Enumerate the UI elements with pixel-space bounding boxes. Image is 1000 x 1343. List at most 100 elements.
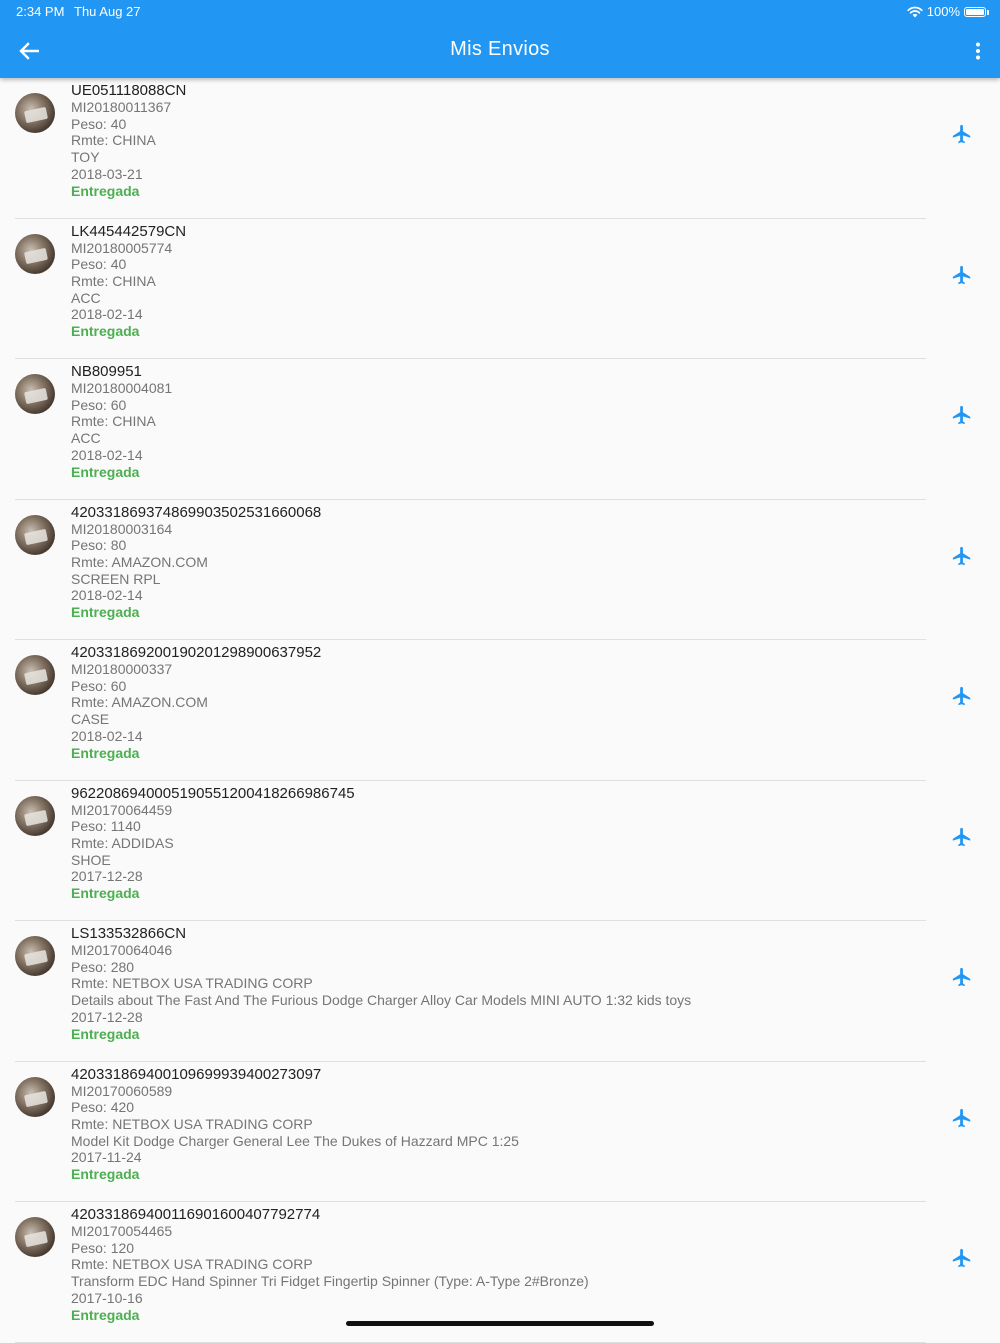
airplane-icon[interactable]: [951, 685, 973, 707]
shipment-date: 2018-02-14: [71, 587, 143, 604]
shipment-sender: Rmte: NETBOX USA TRADING CORP: [71, 975, 313, 992]
shipment-status: Entregada: [71, 885, 140, 902]
battery-icon: [964, 6, 989, 17]
row-divider: [15, 1341, 926, 1343]
tracking-number: LK445442579CN: [71, 222, 187, 240]
shipment-weight: Peso: 60: [71, 396, 127, 413]
shipment-id: MI20170064046: [71, 942, 173, 958]
airplane-icon[interactable]: [951, 1247, 973, 1269]
shipment-id: MI20170060589: [71, 1082, 173, 1099]
tracking-number: 420331869400116901600407792774: [71, 1206, 321, 1223]
package-photo-avatar: [15, 795, 55, 836]
shipment-contents: SHOE: [71, 851, 111, 868]
shipment-weight: Peso: 40: [71, 256, 127, 273]
shipment-date: 2017-12-28: [71, 1008, 143, 1025]
shipment-status: Entregada: [71, 744, 140, 761]
airplane-icon[interactable]: [951, 545, 973, 567]
app-bar: 2:34 PM Thu Aug 27 100% Mis Envios: [0, 0, 1000, 78]
shipment-sender: Rmte: CHINA: [71, 132, 156, 149]
tracking-number: UE051118088CN: [71, 82, 187, 99]
shipment-date: 2017-10-16: [71, 1289, 143, 1306]
shipment-contents: ACC: [71, 289, 101, 306]
shipment-weight: Peso: 1140: [71, 818, 141, 835]
shipment-sender: Rmte: CHINA: [71, 272, 156, 289]
home-indicator[interactable]: [346, 1321, 654, 1326]
shipment-weight: Peso: 120: [71, 1239, 135, 1256]
shipment-row[interactable]: LK445442579CN MI20180005774 Peso: 40 Rmt…: [0, 219, 1000, 359]
shipment-sender: Rmte: CHINA: [71, 413, 156, 430]
shipment-sender: Rmte: AMAZON.COM: [71, 553, 208, 570]
shipment-status: Entregada: [71, 1166, 140, 1183]
airplane-icon[interactable]: [951, 1107, 973, 1129]
tracking-number: 9622086940005190551200418266986745: [71, 784, 355, 802]
shipment-contents: Details about The Fast And The Furious D…: [71, 992, 692, 1009]
shipment-weight: Peso: 40: [71, 115, 127, 132]
shipment-id: MI20170064459: [71, 801, 173, 818]
shipment-weight: Peso: 420: [71, 1099, 135, 1116]
airplane-icon[interactable]: [951, 826, 973, 848]
wifi-icon: [907, 6, 923, 17]
shipment-row[interactable]: 420331869400109699939400273097 MI2017006…: [0, 1062, 1000, 1202]
package-photo-avatar: [15, 233, 55, 274]
tracking-number: 420331869374869903502531660068: [71, 503, 322, 521]
shipment-date: 2018-03-21: [71, 165, 143, 182]
shipment-date: 2018-02-14: [71, 306, 143, 323]
airplane-icon[interactable]: [951, 966, 973, 988]
status-time: 2:34 PM: [16, 4, 65, 19]
shipment-sender: Rmte: NETBOX USA TRADING CORP: [71, 1115, 313, 1132]
shipment-id: MI20180005774: [71, 239, 173, 256]
shipment-weight: Peso: 280: [71, 958, 135, 975]
overflow-menu-button[interactable]: [970, 40, 986, 62]
shipment-status: Entregada: [71, 1025, 140, 1042]
shipment-id: MI20180011367: [71, 99, 172, 115]
airplane-icon[interactable]: [951, 123, 973, 145]
shipment-date: 2018-02-14: [71, 446, 143, 463]
package-photo-avatar: [15, 374, 55, 414]
shipment-weight: Peso: 60: [71, 677, 127, 694]
shipment-contents: CASE: [71, 711, 110, 728]
airplane-icon[interactable]: [951, 264, 973, 286]
more-vertical-icon: [976, 42, 980, 60]
package-photo-avatar: [15, 1076, 55, 1117]
airplane-icon[interactable]: [951, 404, 973, 426]
shipment-row[interactable]: 420331869374869903502531660068 MI2018000…: [0, 500, 1000, 640]
shipment-id: MI20180003164: [71, 520, 173, 537]
tracking-number: LS133532866CN: [71, 925, 187, 942]
shipment-row[interactable]: LS133532866CN MI20170064046 Peso: 280 Rm…: [0, 921, 1000, 1062]
shipment-id: MI20180004081: [71, 380, 173, 396]
shipment-sender: Rmte: NETBOX USA TRADING CORP: [71, 1256, 313, 1273]
tracking-number: 420331869200190201298900637952: [71, 644, 322, 661]
tracking-number: NB809951: [71, 363, 142, 380]
shipment-row[interactable]: UE051118088CN MI20180011367 Peso: 40 Rmt…: [0, 78, 1000, 219]
shipment-status: Entregada: [71, 323, 140, 340]
shipment-weight: Peso: 80: [71, 537, 127, 554]
shipment-contents: Transform EDC Hand Spinner Tri Fidget Fi…: [71, 1273, 589, 1290]
shipment-status: Entregada: [71, 182, 140, 199]
shipment-list: UE051118088CN MI20180011367 Peso: 40 Rmt…: [0, 78, 1000, 1343]
shipment-row[interactable]: 9622086940005190551200418266986745 MI201…: [0, 781, 1000, 921]
package-photo-avatar: [15, 655, 55, 695]
shipment-sender: Rmte: AMAZON.COM: [71, 694, 208, 711]
shipment-id: MI20170054465: [71, 1223, 173, 1239]
shipment-date: 2017-12-28: [71, 868, 143, 885]
shipment-status: Entregada: [71, 604, 140, 621]
shipment-status: Entregada: [71, 463, 140, 480]
battery-percent: 100%: [926, 4, 960, 19]
shipment-date: 2017-11-24: [71, 1149, 142, 1166]
shipment-contents: Model Kit Dodge Charger General Lee The …: [71, 1132, 519, 1149]
package-photo-avatar: [15, 514, 55, 555]
status-indicators: 100%: [907, 4, 989, 19]
tracking-number: 420331869400109699939400273097: [71, 1065, 322, 1083]
package-photo-avatar: [15, 93, 55, 133]
shipment-sender: Rmte: ADDIDAS: [71, 834, 174, 851]
shipment-contents: SCREEN RPL: [71, 570, 161, 587]
shipment-date: 2018-02-14: [71, 727, 143, 744]
shipment-contents: TOY: [71, 149, 100, 166]
shipment-id: MI20180000337: [71, 661, 173, 677]
shipment-row[interactable]: NB809951 MI20180004081 Peso: 60 Rmte: CH…: [0, 359, 1000, 500]
page-title: Mis Envios: [450, 38, 550, 60]
package-photo-avatar: [15, 936, 55, 976]
shipment-row[interactable]: 420331869200190201298900637952 MI2018000…: [0, 640, 1000, 781]
shipment-contents: ACC: [71, 430, 101, 447]
status-date: Thu Aug 27: [74, 4, 141, 19]
